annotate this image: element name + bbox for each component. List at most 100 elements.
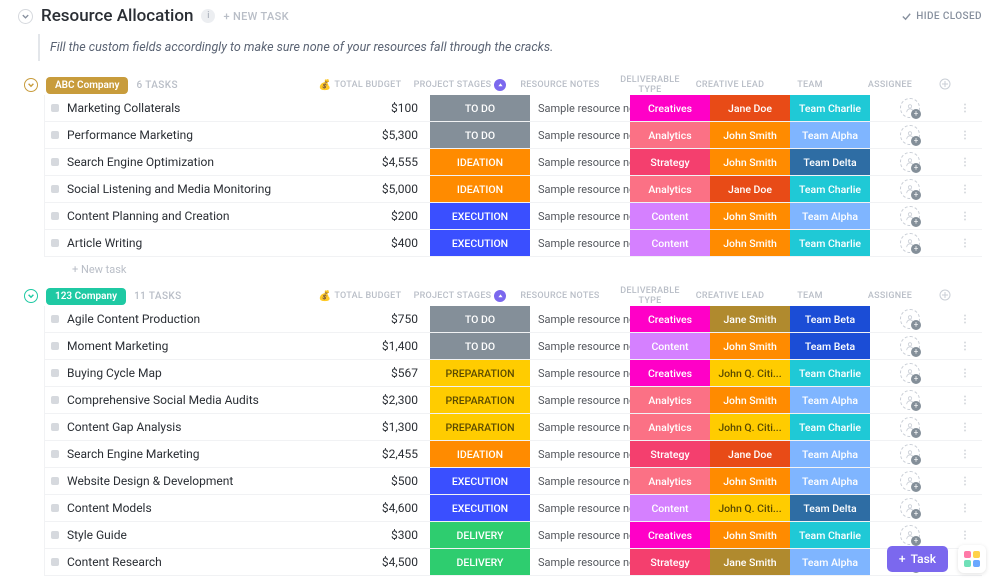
team-tag[interactable]: Team Charlie <box>790 176 870 202</box>
add-column-icon[interactable] <box>930 78 960 93</box>
stage-tag[interactable]: PREPARATION <box>430 360 530 386</box>
team-tag[interactable]: Team Charlie <box>790 522 870 548</box>
stage-tag[interactable]: TO DO <box>430 122 530 148</box>
notes-cell[interactable]: Sample resource notes <box>530 122 630 148</box>
assignee-cell[interactable]: + <box>870 414 950 440</box>
task-row[interactable]: Moment Marketing $1,400 TO DO Sample res… <box>44 333 982 360</box>
row-menu-icon[interactable] <box>950 441 980 467</box>
notes-cell[interactable]: Sample resource notes <box>530 230 630 256</box>
notes-cell[interactable]: Sample resource notes <box>530 333 630 359</box>
col-budget[interactable]: 💰 TOTAL BUDGET <box>310 80 410 91</box>
col-team[interactable]: TEAM <box>770 80 850 90</box>
team-tag[interactable]: Team Alpha <box>790 122 870 148</box>
deliverable-tag[interactable]: Strategy <box>630 441 710 467</box>
deliverable-tag[interactable]: Content <box>630 230 710 256</box>
deliverable-tag[interactable]: Content <box>630 495 710 521</box>
row-menu-icon[interactable] <box>950 176 980 202</box>
task-row[interactable]: Search Engine Marketing $2,455 IDEATION … <box>44 441 982 468</box>
stage-tag[interactable]: IDEATION <box>430 176 530 202</box>
col-budget[interactable]: 💰 TOTAL BUDGET <box>310 291 410 302</box>
notes-cell[interactable]: Sample resource notes <box>530 468 630 494</box>
lead-tag[interactable]: Jane Doe <box>710 176 790 202</box>
task-name[interactable]: Search Engine Marketing <box>67 447 200 461</box>
lead-tag[interactable]: John Smith <box>710 522 790 548</box>
task-row[interactable]: Comprehensive Social Media Audits $2,300… <box>44 387 982 414</box>
col-team[interactable]: TEAM <box>770 291 850 301</box>
budget-cell[interactable]: $4,600 <box>330 495 430 521</box>
team-tag[interactable]: Team Alpha <box>790 549 870 575</box>
budget-cell[interactable]: $5,300 <box>330 122 430 148</box>
stage-tag[interactable]: PREPARATION <box>430 414 530 440</box>
task-name[interactable]: Moment Marketing <box>67 339 168 353</box>
budget-cell[interactable]: $500 <box>330 468 430 494</box>
col-deliverable[interactable]: DELIVERABLE TYPE <box>610 75 690 95</box>
add-column-icon[interactable] <box>930 289 960 304</box>
status-dot[interactable] <box>51 131 59 139</box>
lead-tag[interactable]: John Smith <box>710 230 790 256</box>
team-tag[interactable]: Team Charlie <box>790 360 870 386</box>
team-tag[interactable]: Team Delta <box>790 495 870 521</box>
notes-cell[interactable]: Sample resource notes <box>530 149 630 175</box>
task-name[interactable]: Style Guide <box>67 528 127 542</box>
task-name[interactable]: Agile Content Production <box>67 312 200 326</box>
team-tag[interactable]: Team Beta <box>790 306 870 332</box>
stage-tag[interactable]: EXECUTION <box>430 468 530 494</box>
notes-cell[interactable]: Sample resource notes <box>530 176 630 202</box>
task-row[interactable]: Content Gap Analysis $1,300 PREPARATION … <box>44 414 982 441</box>
notes-cell[interactable]: Sample resource notes <box>530 387 630 413</box>
col-deliverable[interactable]: DELIVERABLE TYPE <box>610 286 690 306</box>
row-menu-icon[interactable] <box>950 333 980 359</box>
assignee-cell[interactable]: + <box>870 441 950 467</box>
task-name[interactable]: Search Engine Optimization <box>67 155 214 169</box>
task-name[interactable]: Social Listening and Media Monitoring <box>67 182 271 196</box>
deliverable-tag[interactable]: Content <box>630 333 710 359</box>
task-row[interactable]: Agile Content Production $750 TO DO Samp… <box>44 306 982 333</box>
col-stages[interactable]: PROJECT STAGES <box>410 290 510 302</box>
budget-cell[interactable]: $750 <box>330 306 430 332</box>
row-menu-icon[interactable] <box>950 387 980 413</box>
lead-tag[interactable]: John Smith <box>710 387 790 413</box>
stage-tag[interactable]: TO DO <box>430 95 530 121</box>
notes-cell[interactable]: Sample resource notes <box>530 522 630 548</box>
task-row[interactable]: Style Guide $300 DELIVERY Sample resourc… <box>44 522 982 549</box>
team-tag[interactable]: Team Charlie <box>790 95 870 121</box>
task-row[interactable]: Content Planning and Creation $200 EXECU… <box>44 203 982 230</box>
col-stages[interactable]: PROJECT STAGES <box>410 79 510 91</box>
status-dot[interactable] <box>51 315 59 323</box>
status-dot[interactable] <box>51 531 59 539</box>
notes-cell[interactable]: Sample resource notes <box>530 360 630 386</box>
assignee-cell[interactable]: + <box>870 230 950 256</box>
stage-tag[interactable]: IDEATION <box>430 441 530 467</box>
assignee-cell[interactable]: + <box>870 149 950 175</box>
lead-tag[interactable]: John Smith <box>710 333 790 359</box>
stage-tag[interactable]: IDEATION <box>430 149 530 175</box>
task-name[interactable]: Content Models <box>67 501 152 515</box>
task-row[interactable]: Marketing Collaterals $100 TO DO Sample … <box>44 95 982 122</box>
row-menu-icon[interactable] <box>950 495 980 521</box>
status-dot[interactable] <box>51 396 59 404</box>
assignee-cell[interactable]: + <box>870 122 950 148</box>
deliverable-tag[interactable]: Analytics <box>630 176 710 202</box>
notes-cell[interactable]: Sample resource notes <box>530 306 630 332</box>
assignee-cell[interactable]: + <box>870 203 950 229</box>
notes-cell[interactable]: Sample resource notes <box>530 414 630 440</box>
status-dot[interactable] <box>51 239 59 247</box>
task-name[interactable]: Content Research <box>67 555 162 569</box>
status-dot[interactable] <box>51 369 59 377</box>
row-menu-icon[interactable] <box>950 468 980 494</box>
status-dot[interactable] <box>51 212 59 220</box>
team-tag[interactable]: Team Charlie <box>790 414 870 440</box>
group-toggle[interactable] <box>24 78 38 92</box>
list-description[interactable]: Fill the custom fields accordingly to ma… <box>38 34 982 61</box>
task-row[interactable]: Content Models $4,600 EXECUTION Sample r… <box>44 495 982 522</box>
stage-tag[interactable]: EXECUTION <box>430 230 530 256</box>
status-dot[interactable] <box>51 450 59 458</box>
budget-cell[interactable]: $1,300 <box>330 414 430 440</box>
deliverable-tag[interactable]: Analytics <box>630 387 710 413</box>
assignee-cell[interactable]: + <box>870 495 950 521</box>
task-name[interactable]: Content Planning and Creation <box>67 209 230 223</box>
group-name-pill[interactable]: 123 Company <box>46 288 126 305</box>
lead-tag[interactable]: John Smith <box>710 149 790 175</box>
task-name[interactable]: Content Gap Analysis <box>67 420 181 434</box>
lead-tag[interactable]: Jane Smith <box>710 306 790 332</box>
